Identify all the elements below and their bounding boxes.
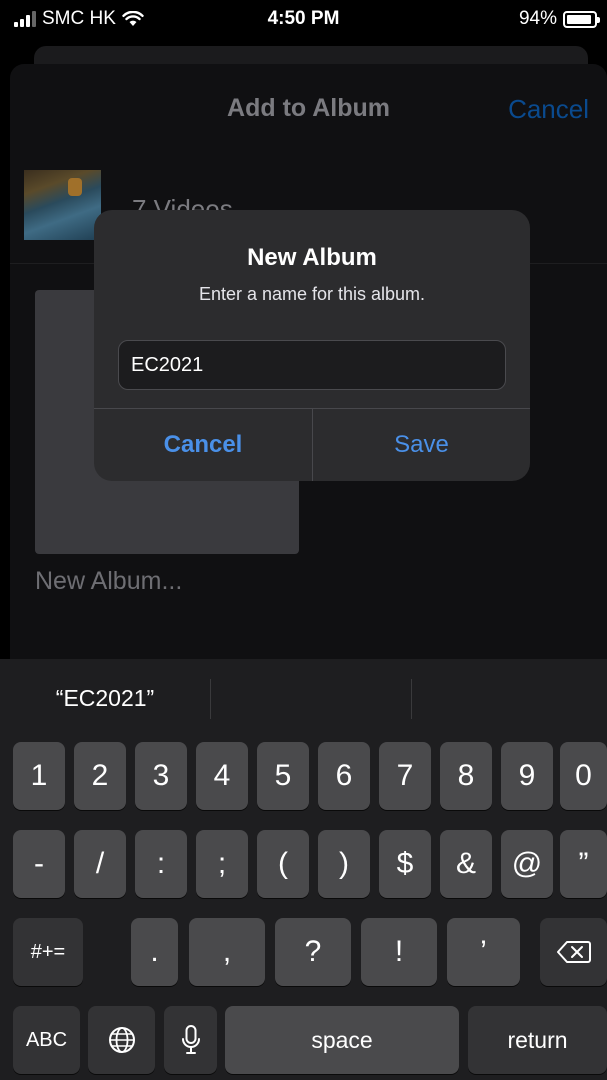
space-key[interactable]: space [225,1006,459,1074]
return-key[interactable]: return [468,1006,607,1074]
keyboard: “EC2021” 1 2 3 4 5 6 7 8 9 0 - / : ; ( )… [0,659,607,1080]
status-right: 94% [518,8,600,30]
key-period[interactable]: . [131,918,178,986]
key-quote[interactable]: ” [560,830,607,898]
key-2[interactable]: 2 [74,742,126,810]
key-comma[interactable]: , [189,918,265,986]
dictation-key[interactable] [164,1006,217,1074]
key-9[interactable]: 9 [501,742,553,810]
dialog-cancel-button[interactable]: Cancel [94,409,312,481]
backspace-icon [556,941,591,963]
key-slash[interactable]: / [74,830,126,898]
status-time: 4:50 PM [267,8,340,29]
key-5[interactable]: 5 [257,742,309,810]
key-1[interactable]: 1 [13,742,65,810]
new-album-dialog: New Album Enter a name for this album. E… [94,210,530,481]
globe-icon [108,1027,135,1053]
battery-fill [567,14,592,24]
dialog-title: New Album [247,244,377,271]
status-bar: SMC HK 4:50 PM 94% [0,0,607,46]
key-hyphen[interactable]: - [13,830,65,898]
key-7[interactable]: 7 [379,742,431,810]
key-6[interactable]: 6 [318,742,370,810]
key-more-symbols[interactable]: #+= [13,918,83,986]
key-at[interactable]: @ [501,830,553,898]
globe-key[interactable] [88,1006,155,1074]
key-ampersand[interactable]: & [440,830,492,898]
key-abc[interactable]: ABC [13,1006,80,1074]
suggestion-item[interactable] [412,659,607,737]
key-semicolon[interactable]: ; [196,830,248,898]
album-name-value: EC2021 [131,353,204,376]
video-thumbnail [24,170,101,240]
key-question[interactable]: ? [275,918,351,986]
suggestion-bar: “EC2021” [0,659,607,737]
key-close-paren[interactable]: ) [318,830,370,898]
backspace-key[interactable] [540,918,607,986]
key-exclamation[interactable]: ! [361,918,437,986]
sheet-header: Add to Album Cancel [10,64,607,154]
key-open-paren[interactable]: ( [257,830,309,898]
suggestion-item[interactable]: “EC2021” [0,659,210,737]
key-3[interactable]: 3 [135,742,187,810]
key-apostrophe[interactable]: ’ [447,918,520,986]
key-0[interactable]: 0 [560,742,607,810]
suggestion-item[interactable] [211,659,411,737]
dialog-save-button[interactable]: Save [313,409,530,481]
microphone-icon [181,1025,200,1054]
sheet-cancel-button[interactable]: Cancel [508,94,589,125]
key-4[interactable]: 4 [196,742,248,810]
new-album-label[interactable]: New Album... [35,567,182,596]
battery-icon [563,10,600,28]
battery-percentage: 94% [518,8,557,29]
key-dollar[interactable]: $ [379,830,431,898]
key-8[interactable]: 8 [440,742,492,810]
key-colon[interactable]: : [135,830,187,898]
album-name-input[interactable]: EC2021 [118,340,506,390]
dialog-message: Enter a name for this album. [198,284,426,304]
